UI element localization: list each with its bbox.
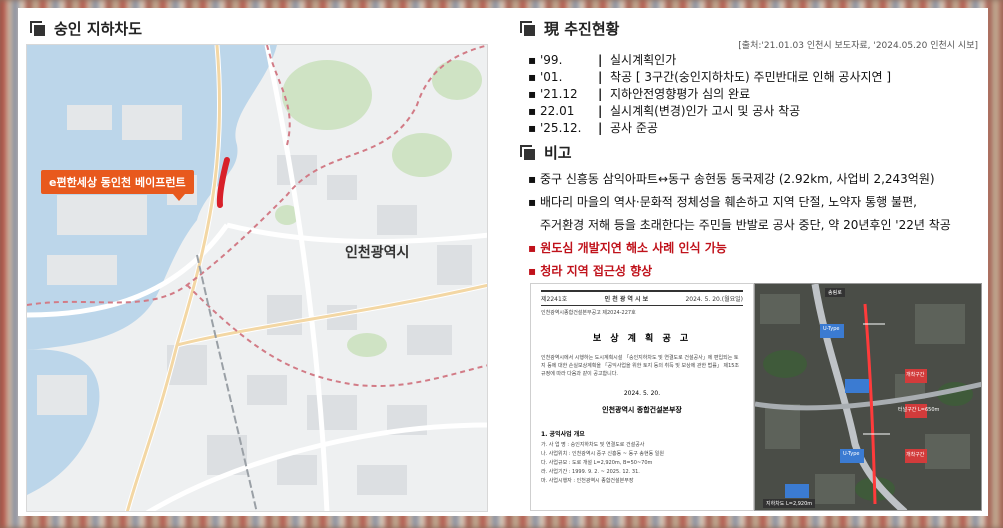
map-graphic	[27, 45, 487, 511]
sat-tag: 개착구간	[906, 452, 925, 458]
source-note: [출처:'21.01.03 인천시 보도자료, '2024.05.20 인천시 …	[738, 41, 978, 51]
notice-title: 보 상 계 획 공 고	[592, 334, 692, 344]
left-title-text: 숭인 지하차도	[54, 20, 143, 38]
notice-body: 인천광역시에서 시행하는 도시계획시설 「숭인지하차도 및 연결도로 건설공사」…	[541, 355, 740, 377]
notes-title-text: 비고	[544, 144, 572, 162]
sat-tag: U-Type	[843, 451, 860, 457]
notice-number: 인천광역시종합건설본부공고 제2024-227호	[541, 310, 636, 316]
note-item: ▪ 중구 신흥동 삼익아파트↔동구 송현동 동국제강 (2.92km, 사업비 …	[528, 172, 935, 186]
map-callout-label: e편한세상 동인천 베이프런트	[41, 170, 194, 201]
note-item-highlight: ▪ 청라 지역 접근성 향상	[528, 264, 653, 278]
status-list: ▪ '99. | 실시계획인가 ▪ '01. | 착공 [ 3구간(숭인지하차도) 주민반대…	[528, 52, 891, 137]
status-title-text: 現 추진현황	[544, 20, 620, 38]
satellite-graphic	[755, 284, 981, 510]
status-item: ▪ '25.12. | 공사 준공	[528, 121, 658, 135]
gazette-document: 제2241호 인 천 광 역 시 보 2024. 5. 20.(월요일) 인천광…	[530, 283, 754, 511]
notice-date: 2024. 5. 20.	[623, 390, 661, 397]
section-square-icon	[30, 20, 46, 37]
notice-rows: 가. 사 업 명 : 숭인지하차도 및 연결도로 건설공사 나. 사업위치 : …	[541, 442, 664, 484]
status-item: ▪ '21.12 | 지하안전영향평가 심의 완료	[528, 87, 751, 101]
slide: 숭인 지하차도 e편한세상 동인천 베이프런트 인천광역시 現 추진현황 [출처…	[18, 8, 988, 516]
satellite-plan-image: 송림로 개착구간 터널구간 L=650m 개착구간 U-Type U-Type …	[754, 283, 982, 511]
notice-section: 1. 공익사업 개요	[541, 431, 585, 438]
left-section-title: 숭인 지하차도	[30, 18, 142, 39]
status-section-title: 現 추진현황	[520, 18, 619, 39]
sat-tag: 터널구간 L=650m	[898, 407, 940, 413]
notice-org: 인천광역시 종합건설본부장	[602, 406, 682, 414]
status-item: ▪ '01. | 착공 [ 3구간(숭인지하차도) 주민반대로 인해 공사지연 ]	[528, 70, 892, 84]
status-item: ▪ '99. | 실시계획인가	[528, 53, 677, 67]
notes-list: ▪ 중구 신흥동 삼익아파트↔동구 송현동 동국제강 (2.92km, 사업비 …	[528, 168, 951, 283]
gazette-header: 제2241호 인 천 광 역 시 보 2024. 5. 20.(월요일)	[541, 290, 743, 306]
area-map[interactable]: e편한세상 동인천 베이프런트 인천광역시	[26, 44, 488, 512]
sat-tag: 개착구간	[906, 372, 925, 378]
sat-tag: 송림로	[825, 288, 845, 297]
section-square-icon	[520, 144, 536, 161]
sat-tag: U-Type	[823, 326, 840, 332]
note-item: 주거환경 저해 등을 초래한다는 주민들 반발로 공사 중단, 약 20년후인 …	[540, 218, 951, 232]
sat-tag: 지하차도 L=2,920m	[763, 499, 816, 508]
note-item: ▪ 배다리 마을의 역사·문화적 정체성을 훼손하고 지역 단절, 노약자 통행…	[528, 195, 917, 209]
status-item: ▪ 22.01 | 실시계획(변경)인가 고시 및 공사 착공	[528, 104, 801, 118]
section-square-icon	[520, 20, 536, 37]
note-item-highlight: ▪ 원도심 개발지연 해소 사례 인식 가능	[528, 241, 727, 255]
city-label: 인천광역시	[345, 245, 410, 261]
notes-section-title: 비고	[520, 142, 572, 163]
